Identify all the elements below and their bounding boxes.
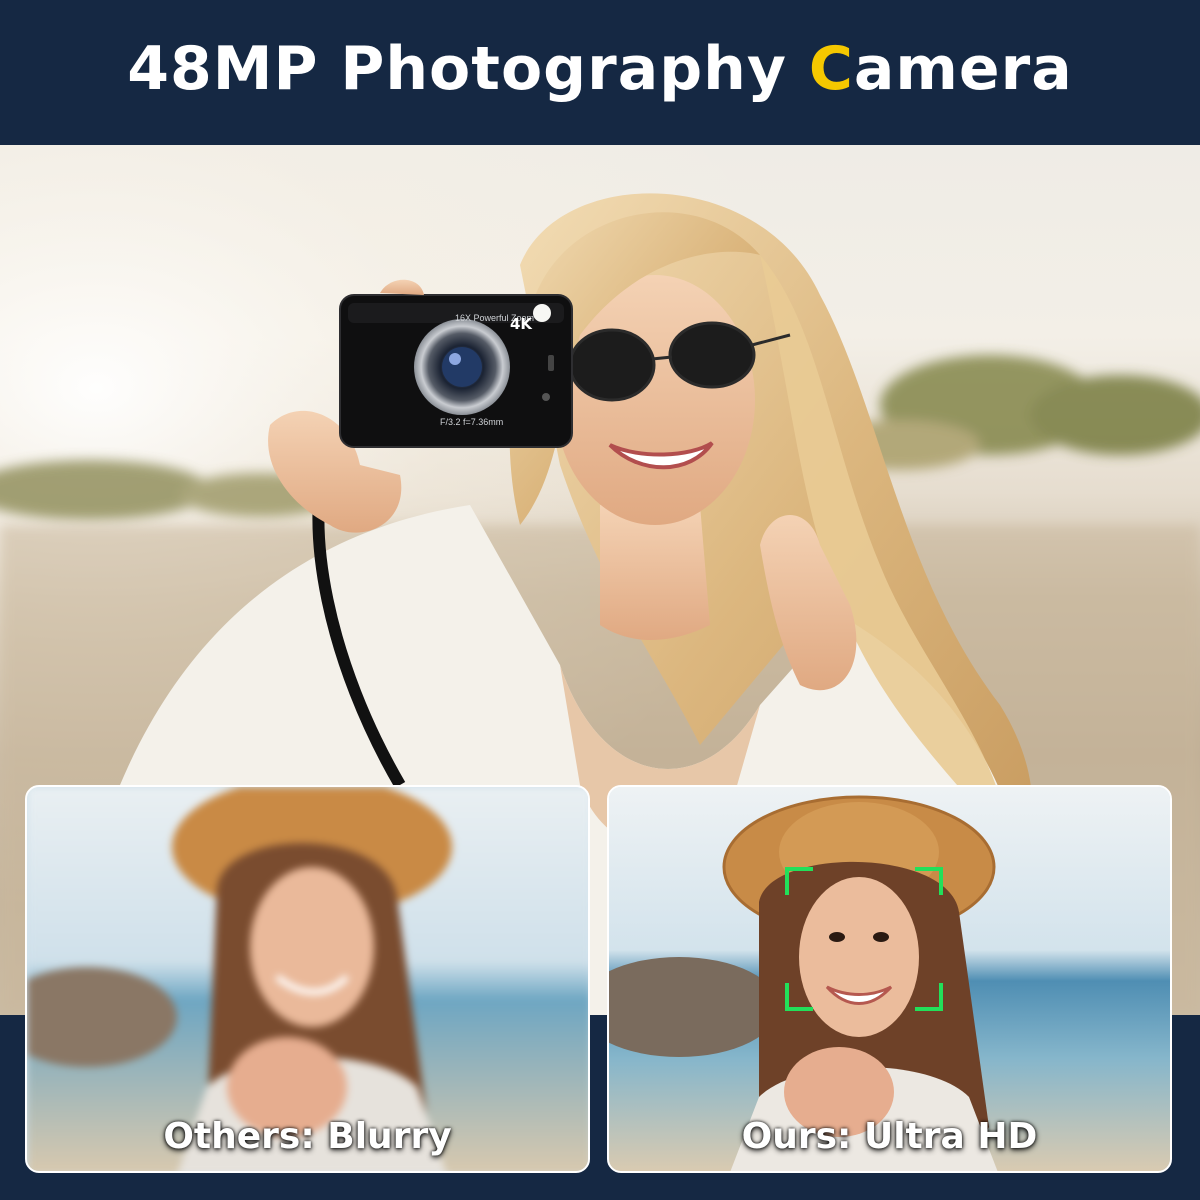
title-accent-letter: C [808,33,854,104]
camera-product: 16X Powerful Zoom F/3.2 f=7.36mm 4K [339,294,573,448]
header-bar: 48MP Photography Camera [0,0,1200,145]
ours-caption: Ours: Ultra HD [741,1116,1038,1157]
resolution-badge: 4K [510,315,533,333]
title-prefix: 48MP Photography [127,33,809,104]
lens-text-bottom: F/3.2 f=7.36mm [440,417,503,427]
comparison-ours-card: Ours: Ultra HD [607,785,1172,1173]
others-caption: Others: Blurry [163,1116,452,1157]
title-suffix: amera [853,33,1073,104]
comparison-others-card: Others: Blurry [25,785,590,1173]
product-banner: 48MP Photography Camera 16X Powerful Zoo… [0,0,1200,1200]
page-title: 48MP Photography Camera [127,34,1072,104]
